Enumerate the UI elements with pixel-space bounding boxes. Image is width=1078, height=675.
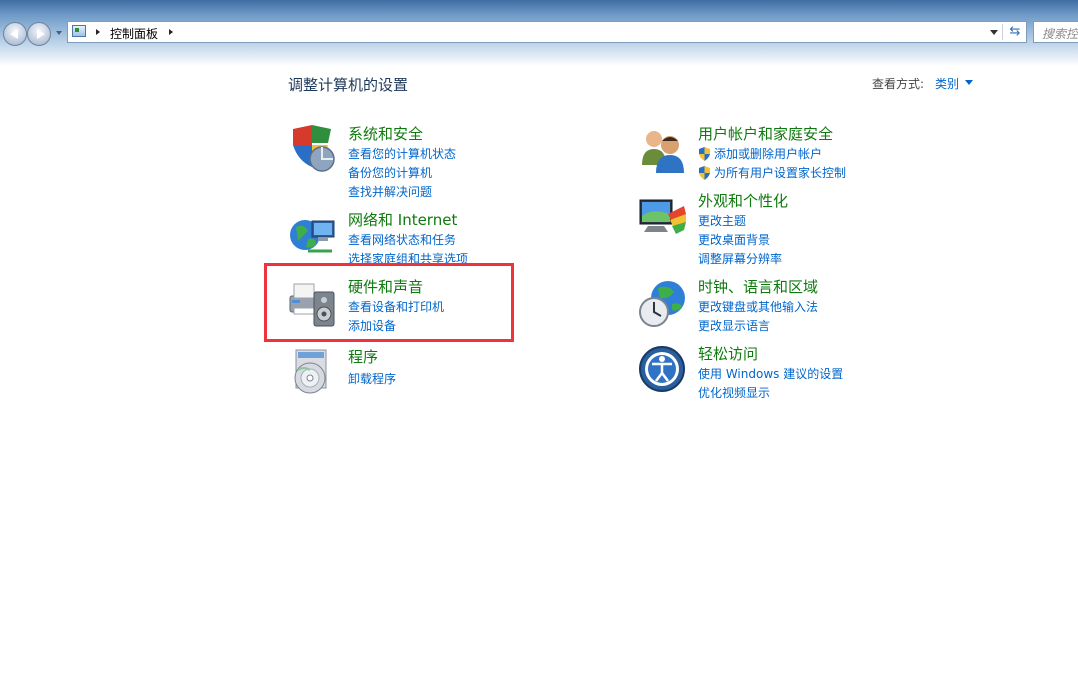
shield-globe-icon[interactable]	[288, 125, 338, 175]
breadcrumb-control-panel[interactable]: 控制面板	[110, 25, 158, 42]
link-recommended-settings[interactable]: 使用 Windows 建议的设置	[698, 367, 843, 381]
uac-shield-icon	[699, 147, 710, 161]
address-divider	[1002, 24, 1003, 40]
link-optimize-display[interactable]: 优化视频显示	[698, 386, 770, 400]
search-input[interactable]: 搜索控	[1033, 21, 1078, 43]
view-by-dropdown[interactable]: 类别	[935, 75, 959, 92]
forward-button[interactable]	[27, 22, 51, 46]
chevron-down-icon[interactable]	[965, 80, 973, 85]
uac-shield-icon	[699, 166, 710, 180]
link-text[interactable]: 添加或删除用户帐户	[714, 147, 822, 161]
program-disc-icon[interactable]	[288, 348, 338, 398]
category-title[interactable]: 外观和个性化	[698, 192, 788, 210]
recent-pages-dropdown-icon[interactable]	[56, 31, 62, 35]
forward-arrow-icon	[37, 29, 45, 39]
search-placeholder: 搜索控	[1042, 27, 1078, 41]
breadcrumb-separator-icon[interactable]	[169, 29, 173, 35]
category-title[interactable]: 网络和 Internet	[348, 211, 457, 229]
link-desktop-background[interactable]: 更改桌面背景	[698, 233, 770, 247]
navigation-bar: 控制面板 ⇆ 搜索控	[0, 0, 1078, 66]
category-title[interactable]: 用户帐户和家庭安全	[698, 125, 833, 143]
category-title[interactable]: 程序	[348, 348, 378, 366]
network-globe-icon[interactable]	[288, 211, 338, 261]
view-by-label: 查看方式:	[872, 77, 925, 91]
category-title[interactable]: 轻松访问	[698, 345, 758, 363]
link-check-computer-status[interactable]: 查看您的计算机状态	[348, 147, 456, 161]
link-troubleshoot[interactable]: 查找并解决问题	[348, 185, 432, 199]
link-homegroup-sharing[interactable]: 选择家庭组和共享选项	[348, 252, 468, 263]
page-title: 调整计算机的设置	[288, 76, 409, 94]
breadcrumb-separator-icon[interactable]	[96, 29, 100, 35]
link-screen-resolution[interactable]: 调整屏幕分辨率	[698, 252, 782, 266]
back-arrow-icon	[10, 29, 18, 39]
monitor-palette-icon[interactable]	[638, 192, 688, 242]
highlight-box	[264, 263, 514, 342]
address-dropdown-icon[interactable]	[990, 30, 998, 35]
link-text[interactable]: 为所有用户设置家长控制	[714, 166, 846, 180]
address-bar[interactable]: 控制面板 ⇆	[67, 21, 1027, 43]
link-network-status[interactable]: 查看网络状态和任务	[348, 233, 456, 247]
link-keyboard-input[interactable]: 更改键盘或其他输入法	[698, 300, 818, 314]
category-title[interactable]: 时钟、语言和区域	[698, 278, 818, 296]
link-display-language[interactable]: 更改显示语言	[698, 319, 770, 333]
link-change-theme[interactable]: 更改主题	[698, 214, 746, 228]
control-panel-icon	[72, 25, 86, 37]
ease-of-access-icon[interactable]	[638, 345, 688, 395]
refresh-icon[interactable]: ⇆	[1006, 24, 1024, 40]
link-uninstall-program[interactable]: 卸载程序	[348, 372, 396, 386]
category-title[interactable]: 系统和安全	[348, 125, 423, 143]
back-button[interactable]	[3, 22, 27, 46]
users-icon[interactable]	[638, 125, 688, 175]
link-backup-computer[interactable]: 备份您的计算机	[348, 166, 432, 180]
clock-globe-icon[interactable]	[638, 278, 688, 328]
